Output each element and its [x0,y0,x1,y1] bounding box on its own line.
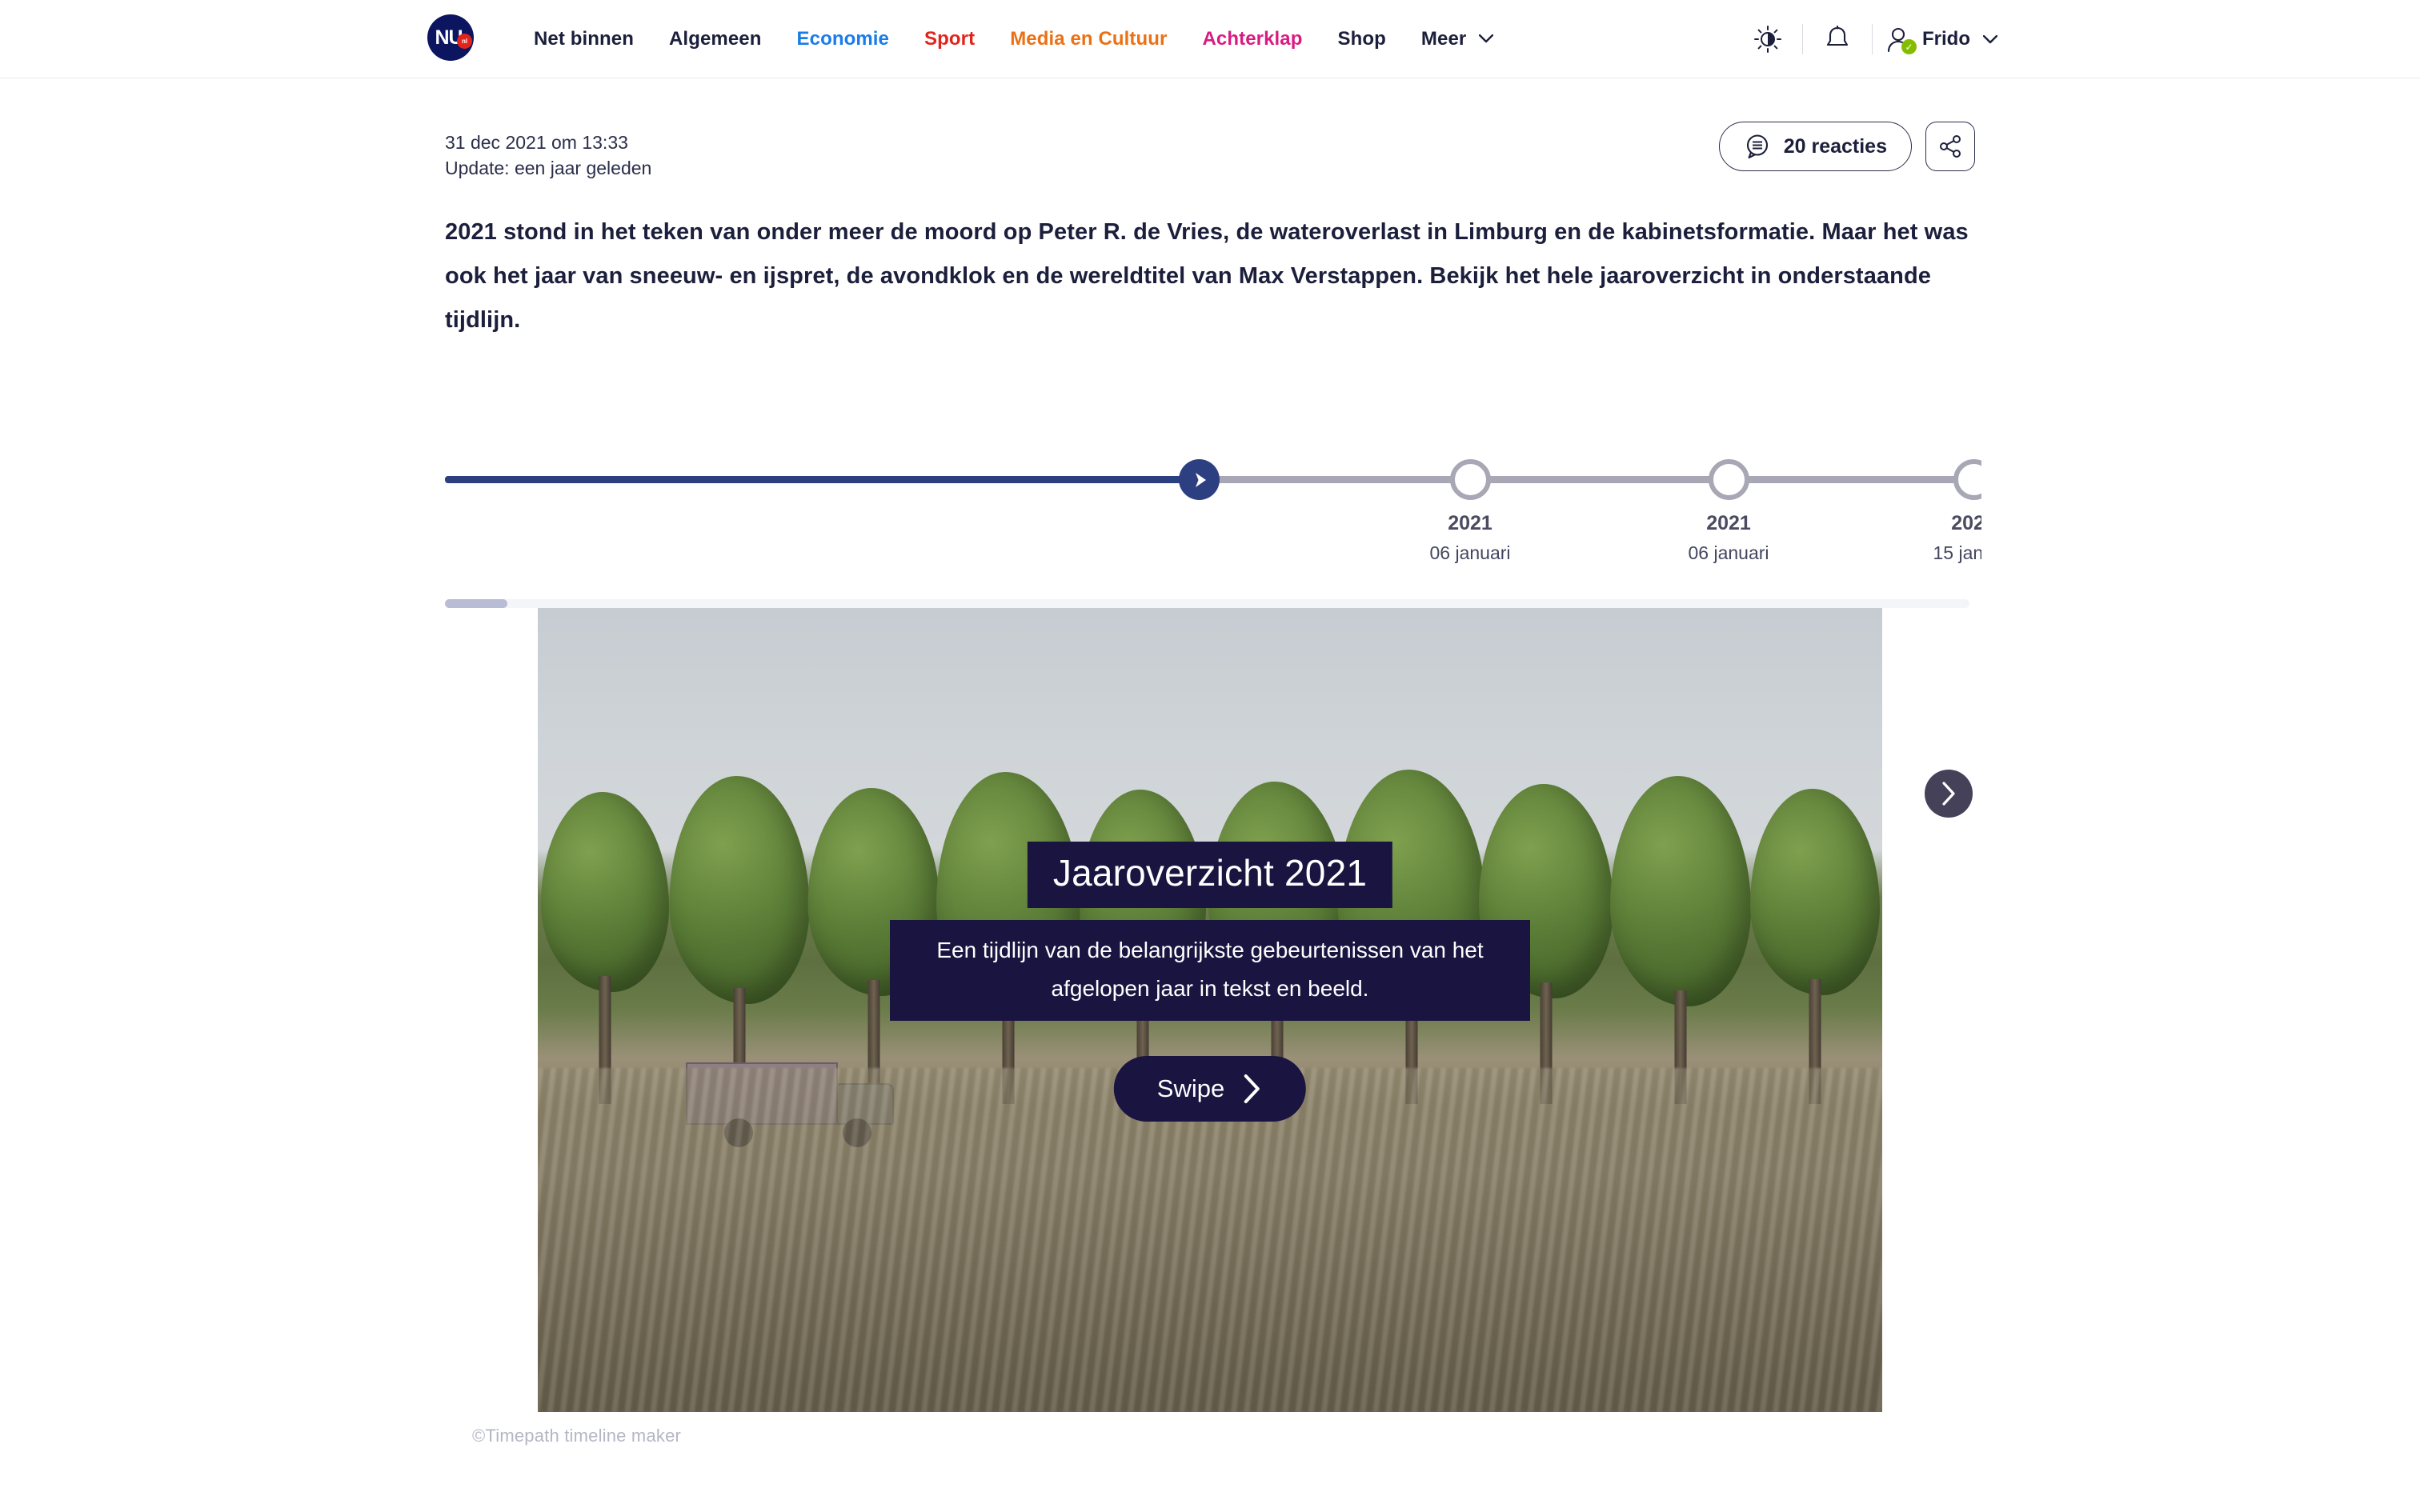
play-triangle-icon [1189,470,1210,490]
timeline-navigation[interactable]: 2021 06 januari 2021 06 januari 2021 15 … [445,432,1981,576]
comments-button[interactable]: 20 reacties [1719,122,1912,171]
nu-nl-logo[interactable]: NU nl [427,14,475,62]
chevron-down-icon [1479,34,1493,43]
tree [1613,768,1748,1104]
timeline-node-3-year: 2021 [1641,510,1817,536]
nav-links: Net binnen Algemeen Economie Sport Media… [516,0,1511,78]
article-action-buttons: 20 reacties [1719,122,1975,171]
chevron-right-icon [1242,1073,1263,1105]
timeline-node-4-year: 2021 [1885,510,1981,536]
share-button[interactable] [1925,122,1975,171]
tree [672,768,807,1104]
timeline-node-2[interactable] [1450,459,1491,500]
comments-count-label: 20 reacties [1784,135,1887,158]
hero-title: Jaaroverzicht 2021 [1028,842,1392,908]
article-lead-paragraph: 2021 stond in het teken van onder meer d… [445,210,1981,342]
nav-item-sport[interactable]: Sport [907,28,992,50]
logo-nl-badge: nl [457,34,472,49]
brightness-icon [1754,26,1781,53]
tree [1748,768,1882,1104]
article-timestamps: 31 dec 2021 om 13:33 Update: een jaar ge… [445,130,651,181]
top-navigation-bar: NU nl Net binnen Algemeen Economie Sport… [0,0,2420,78]
timeline-current-marker[interactable] [1179,459,1220,500]
user-menu[interactable]: ✓ Frido [1885,26,1997,53]
nav-item-shop[interactable]: Shop [1320,28,1404,50]
nav-item-net-binnen[interactable]: Net binnen [516,28,651,50]
chevron-down-icon [1983,35,1997,44]
timeline-progress-fill [445,476,1201,483]
timeline-scrollbar-thumb[interactable] [445,599,507,608]
user-name-label: Frido [1922,28,1970,50]
bell-icon [1825,26,1849,53]
timeline-node-4[interactable] [1953,459,1981,500]
timeline-node-4-label: 2021 15 januari [1885,510,1981,566]
published-date: 31 dec 2021 om 13:33 [445,130,651,155]
swipe-button[interactable]: Swipe [1114,1056,1306,1122]
timeline-node-2-label: 2021 06 januari [1382,510,1558,566]
timeline-hero-slide[interactable]: Jaaroverzicht 2021 Een tijdlijn van de b… [538,608,1882,1412]
timeline-node-4-date: 15 januari [1885,540,1981,566]
timeline-node-2-date: 06 januari [1382,540,1558,566]
tree [538,768,672,1104]
timeline-scrollbar-track[interactable] [445,599,1969,608]
next-slide-button[interactable] [1925,770,1973,818]
timeline-node-3[interactable] [1709,459,1749,500]
nav-divider-2 [1872,24,1873,54]
share-icon [1937,134,1963,159]
timeline-node-2-year: 2021 [1382,510,1558,536]
article-meta-row: 31 dec 2021 om 13:33 Update: een jaar ge… [445,122,1975,178]
chevron-right-icon [1940,781,1957,806]
comment-bubble-icon [1744,133,1771,160]
timeline-node-3-date: 06 januari [1641,540,1817,566]
avatar: ✓ [1885,26,1913,53]
nav-item-algemeen[interactable]: Algemeen [651,28,779,50]
nav-item-meer-label: Meer [1421,28,1466,50]
updated-date: Update: een jaar geleden [445,155,651,181]
verified-check-icon: ✓ [1901,39,1917,54]
nav-item-meer[interactable]: Meer [1404,28,1511,50]
nav-item-achterklap[interactable]: Achterklap [1184,28,1320,50]
brightness-toggle-button[interactable] [1746,18,1789,61]
nav-item-economie[interactable]: Economie [779,28,908,50]
notifications-button[interactable] [1816,18,1859,61]
timeline-credit: ©Timepath timeline maker [472,1426,681,1446]
nav-divider-1 [1802,24,1803,54]
hero-subtitle: Een tijdlijn van de belangrijkste gebeur… [890,920,1530,1021]
timeline-node-3-label: 2021 06 januari [1641,510,1817,566]
swipe-button-label: Swipe [1157,1074,1224,1103]
nav-item-media-en-cultuur[interactable]: Media en Cultuur [992,28,1184,50]
nav-right-controls: ✓ Frido [1746,0,1997,78]
